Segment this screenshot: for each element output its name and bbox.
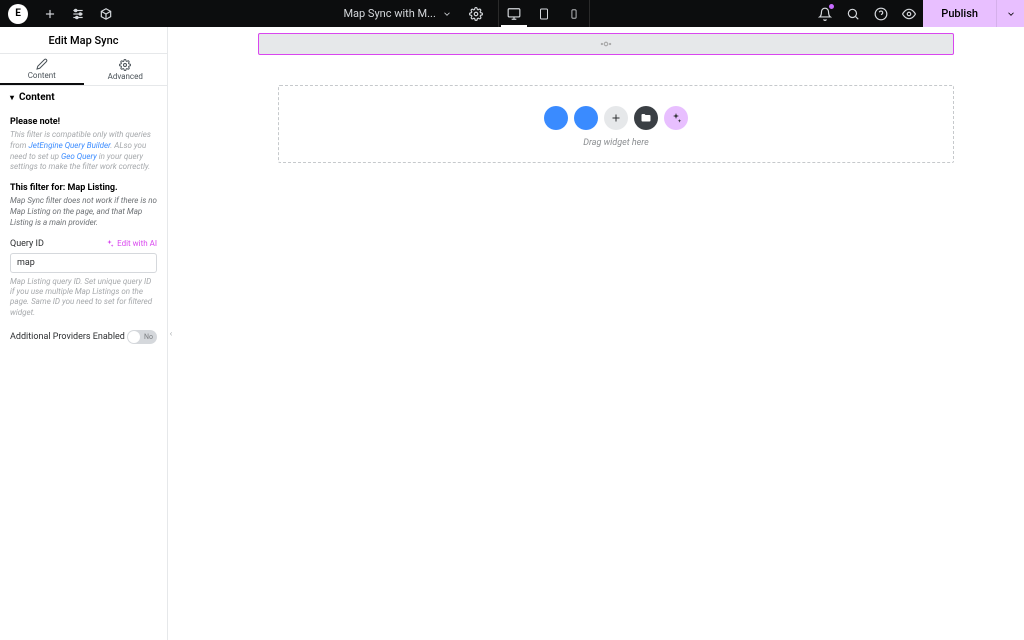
panel-title: Edit Map Sync: [0, 27, 167, 54]
additional-providers-toggle[interactable]: No: [127, 330, 157, 344]
document-title-dropdown[interactable]: Map Sync with M...: [333, 7, 461, 20]
add-element-button[interactable]: [36, 0, 64, 27]
tab-content-label: Content: [28, 71, 56, 80]
folder-icon: [640, 112, 652, 124]
sparkle-icon: [670, 112, 682, 124]
chevron-down-icon: [442, 9, 452, 19]
site-settings-button[interactable]: [64, 0, 92, 27]
edit-with-ai-button[interactable]: Edit with AI: [105, 239, 157, 248]
device-desktop-tab[interactable]: [499, 0, 529, 27]
magic-wand-icon: [550, 112, 562, 124]
panel-tabs: Content Advanced: [0, 54, 167, 86]
additional-providers-label: Additional Providers Enabled: [10, 332, 125, 342]
device-mobile-tab[interactable]: [559, 0, 589, 27]
device-tablet-tab[interactable]: [529, 0, 559, 27]
section-content-toggle[interactable]: Content: [0, 86, 167, 109]
ai-sparkle-button[interactable]: [664, 106, 688, 130]
layout: Edit Map Sync Content Advanced Content P…: [0, 27, 1024, 640]
tab-content[interactable]: Content: [0, 54, 84, 85]
topbar: E Map Sync with M...: [0, 0, 1024, 27]
page-settings-button[interactable]: [462, 0, 490, 27]
gear-icon: [119, 59, 131, 71]
link-geo-query[interactable]: Geo Query: [61, 152, 97, 161]
document-title-text: Map Sync with M...: [343, 7, 435, 20]
ai-layout-button[interactable]: [574, 106, 598, 130]
query-id-input[interactable]: [10, 253, 157, 273]
topbar-center: Map Sync with M...: [333, 0, 597, 27]
finder-search-button[interactable]: [839, 0, 867, 27]
elementor-logo[interactable]: E: [8, 4, 28, 24]
topbar-right: Publish: [811, 0, 1024, 27]
compat-note: This filter is compatible only with quer…: [10, 130, 157, 173]
query-id-help: Map Listing query ID. Set unique query I…: [10, 277, 157, 319]
panel-collapse-handle[interactable]: ‹: [167, 319, 175, 349]
filter-for-title: This filter for: Map Listing.: [10, 183, 157, 193]
ai-generate-button[interactable]: [544, 106, 568, 130]
dropzone-hint: Drag widget here: [583, 138, 649, 148]
plus-icon: [610, 112, 622, 124]
magic-wand-icon: [580, 112, 592, 124]
widget-handle-icon: [599, 37, 613, 51]
tab-advanced[interactable]: Advanced: [84, 54, 168, 85]
toggle-text: No: [144, 333, 153, 341]
additional-providers-row: Additional Providers Enabled No: [10, 330, 157, 344]
selected-widget-bar[interactable]: [258, 33, 954, 55]
filter-for-desc: Map Sync filter does not work if there i…: [10, 196, 157, 228]
query-id-row: Query ID Edit with AI: [10, 239, 157, 249]
notifications-button[interactable]: [811, 0, 839, 27]
tab-advanced-label: Advanced: [108, 72, 143, 81]
help-button[interactable]: [867, 0, 895, 27]
publish-options-button[interactable]: [996, 0, 1024, 27]
section-content-title: Content: [19, 92, 55, 103]
section-content-body: Please note! This filter is compatible o…: [0, 109, 167, 354]
pencil-icon: [36, 58, 48, 70]
sidebar-panel: Edit Map Sync Content Advanced Content P…: [0, 27, 168, 640]
responsive-device-tabs: [498, 0, 590, 27]
query-id-label: Query ID: [10, 239, 44, 249]
structure-button[interactable]: [92, 0, 120, 27]
sparkle-icon: [105, 239, 114, 248]
topbar-left: E: [0, 0, 120, 27]
link-jetengine-query-builder[interactable]: JetEngine Query Builder: [28, 141, 110, 150]
canvas[interactable]: Drag widget here: [168, 27, 1024, 640]
toggle-knob: [128, 331, 140, 343]
section-dropzone[interactable]: Drag widget here: [278, 85, 954, 163]
add-section-button[interactable]: [604, 106, 628, 130]
template-library-button[interactable]: [634, 106, 658, 130]
dropzone-actions: [544, 106, 688, 130]
please-note-title: Please note!: [10, 117, 157, 127]
publish-button[interactable]: Publish: [923, 0, 996, 27]
preview-button[interactable]: [895, 0, 923, 27]
